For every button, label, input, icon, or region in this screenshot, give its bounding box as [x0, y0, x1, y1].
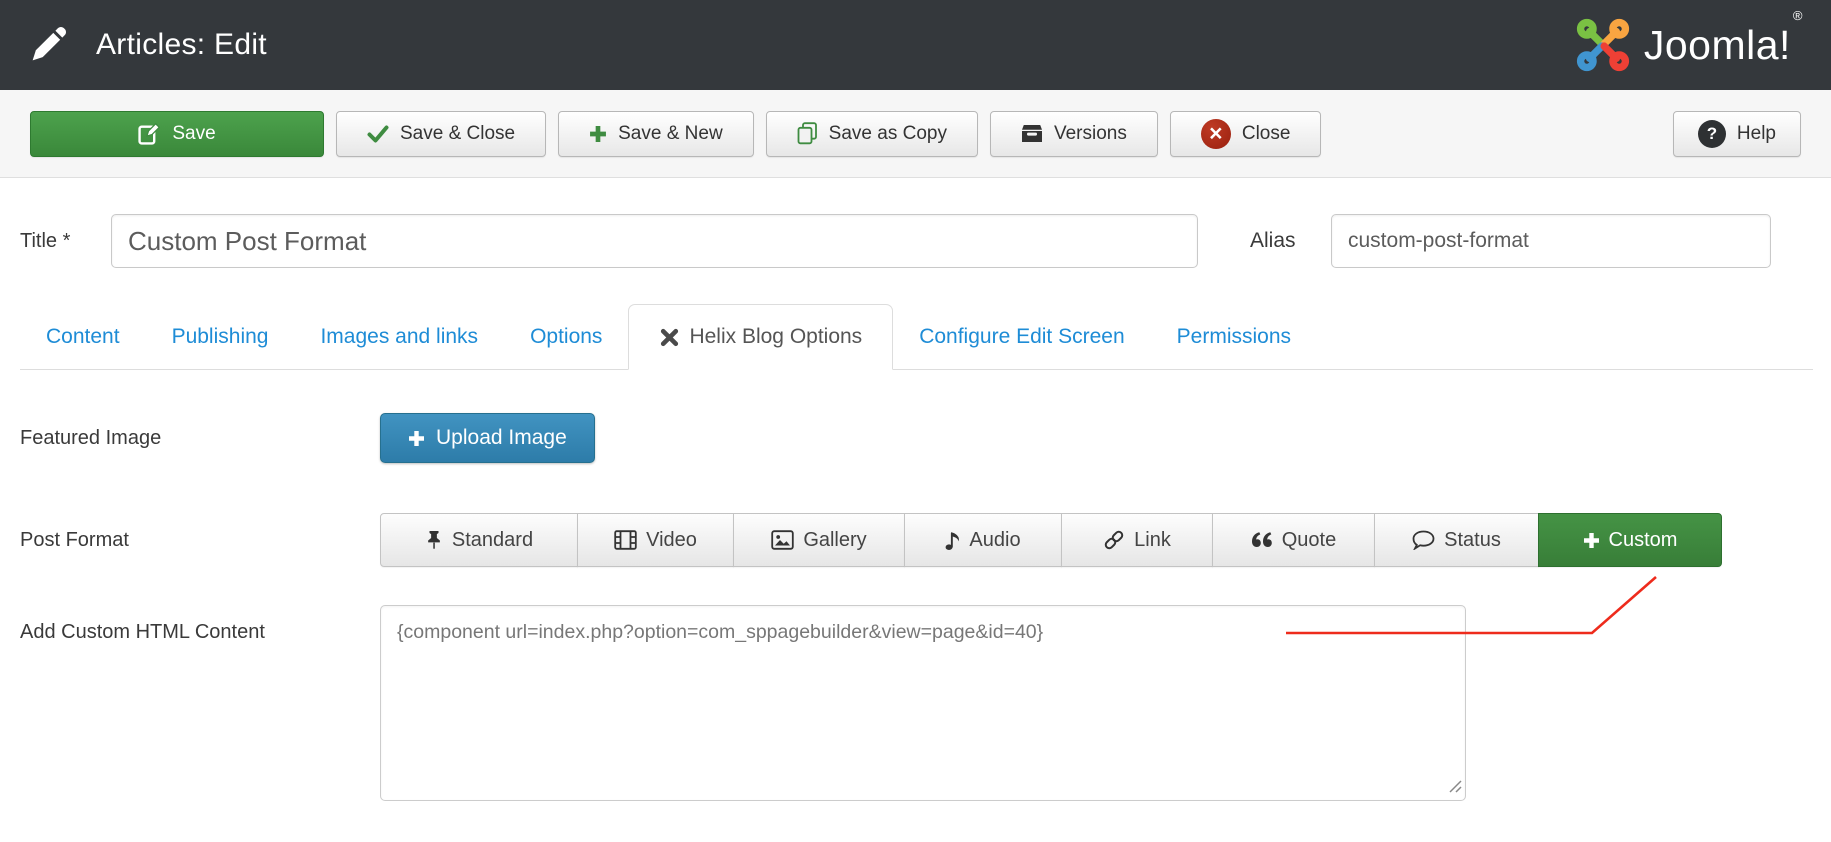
- copy-icon: [797, 122, 818, 145]
- featured-image-row: Featured Image Upload Image: [20, 413, 1813, 463]
- post-format-audio-label: Audio: [969, 529, 1020, 552]
- save-as-copy-label: Save as Copy: [829, 123, 947, 145]
- post-format-quote-label: Quote: [1282, 529, 1336, 552]
- tab-options[interactable]: Options: [504, 304, 628, 369]
- save-and-close-label: Save & Close: [400, 123, 515, 145]
- custom-html-textarea[interactable]: {component url=index.php?option=com_sppa…: [380, 605, 1466, 801]
- picture-icon: [771, 530, 794, 550]
- save-pencil-square-icon: [138, 122, 161, 145]
- tab-permissions[interactable]: Permissions: [1151, 304, 1317, 369]
- post-format-standard-label: Standard: [452, 529, 533, 552]
- close-button[interactable]: × Close: [1170, 111, 1322, 157]
- tab-helix-label: Helix Blog Options: [689, 325, 862, 349]
- music-note-icon: [945, 530, 960, 551]
- post-format-label: Post Format: [20, 529, 380, 552]
- edit-tabs: Content Publishing Images and links Opti…: [20, 304, 1813, 370]
- post-format-custom-label: Custom: [1609, 529, 1678, 552]
- close-label: Close: [1242, 123, 1291, 145]
- speech-bubble-icon: [1412, 530, 1435, 550]
- tab-helix-blog-options[interactable]: Helix Blog Options: [628, 304, 893, 370]
- archive-icon: [1021, 124, 1043, 143]
- article-edit-form: Title * Alias Content Publishing Images …: [0, 214, 1831, 801]
- post-format-button-group: Standard Video: [380, 513, 1722, 567]
- post-format-video-button[interactable]: Video: [577, 513, 734, 567]
- post-format-row: Post Format Standard Vid: [20, 513, 1813, 567]
- post-format-video-label: Video: [646, 529, 697, 552]
- help-label: Help: [1737, 123, 1776, 145]
- post-format-status-label: Status: [1444, 529, 1501, 552]
- upload-image-button[interactable]: Upload Image: [380, 413, 595, 463]
- title-alias-row: Title * Alias: [20, 214, 1813, 268]
- pushpin-icon: [425, 529, 443, 551]
- post-format-gallery-label: Gallery: [803, 529, 866, 552]
- save-button[interactable]: Save: [30, 111, 324, 157]
- resize-handle-icon[interactable]: [1449, 780, 1462, 793]
- plus-icon: [589, 125, 607, 143]
- registered-mark: ®: [1793, 8, 1803, 23]
- save-and-close-button[interactable]: Save & Close: [336, 111, 546, 157]
- custom-html-row: Add Custom HTML Content {component url=i…: [20, 605, 1813, 801]
- title-input[interactable]: [111, 214, 1198, 268]
- custom-html-wrap: {component url=index.php?option=com_sppa…: [380, 605, 1466, 801]
- versions-button[interactable]: Versions: [990, 111, 1158, 157]
- film-icon: [614, 530, 637, 550]
- toolbar: Save Save & Close Save & New Save as Cop…: [0, 90, 1831, 178]
- quote-icon: [1251, 531, 1273, 549]
- custom-html-label: Add Custom HTML Content: [20, 605, 380, 644]
- versions-label: Versions: [1054, 123, 1127, 145]
- joomla-logo: Joomla!®: [1574, 16, 1801, 74]
- title-label: Title *: [20, 230, 111, 253]
- brand-wordmark: Joomla!®: [1644, 22, 1801, 69]
- joomla-logo-icon: [1574, 16, 1632, 74]
- helix-cross-icon: [659, 327, 680, 348]
- post-format-gallery-button[interactable]: Gallery: [733, 513, 905, 567]
- save-and-new-button[interactable]: Save & New: [558, 111, 754, 157]
- tab-images-and-links[interactable]: Images and links: [294, 304, 504, 369]
- post-format-audio-button[interactable]: Audio: [904, 513, 1062, 567]
- upload-image-label: Upload Image: [436, 426, 567, 450]
- page-title: Articles: Edit: [96, 28, 267, 62]
- alias-label: Alias: [1250, 229, 1331, 253]
- featured-image-label: Featured Image: [20, 427, 380, 450]
- save-and-new-label: Save & New: [618, 123, 723, 145]
- app-header: Articles: Edit Joomla!®: [0, 0, 1831, 90]
- tab-publishing[interactable]: Publishing: [146, 304, 295, 369]
- post-format-custom-button[interactable]: Custom: [1538, 513, 1722, 567]
- question-circle-icon: ?: [1698, 120, 1726, 148]
- save-label: Save: [172, 123, 215, 145]
- check-icon: [367, 125, 389, 143]
- plus-icon: [1583, 532, 1600, 549]
- close-circle-icon: ×: [1201, 119, 1231, 149]
- alias-input[interactable]: [1331, 214, 1771, 268]
- post-format-standard-button[interactable]: Standard: [380, 513, 578, 567]
- post-format-link-label: Link: [1134, 529, 1171, 552]
- plus-icon: [408, 430, 425, 447]
- post-format-link-button[interactable]: Link: [1061, 513, 1213, 567]
- tab-configure-edit-screen[interactable]: Configure Edit Screen: [893, 304, 1150, 369]
- post-format-status-button[interactable]: Status: [1374, 513, 1539, 567]
- chain-link-icon: [1103, 529, 1125, 551]
- tab-content[interactable]: Content: [20, 304, 146, 369]
- help-button[interactable]: ? Help: [1673, 111, 1801, 157]
- edit-pencil-icon: [30, 27, 66, 63]
- post-format-quote-button[interactable]: Quote: [1212, 513, 1375, 567]
- save-as-copy-button[interactable]: Save as Copy: [766, 111, 978, 157]
